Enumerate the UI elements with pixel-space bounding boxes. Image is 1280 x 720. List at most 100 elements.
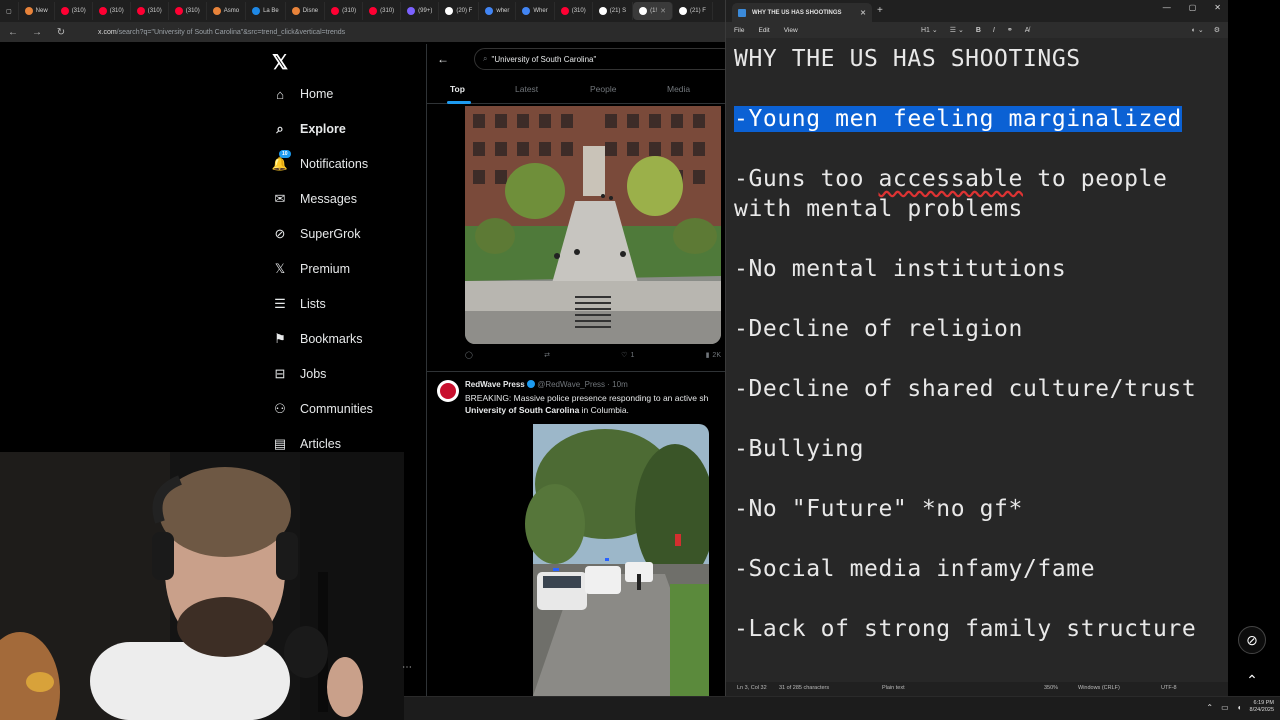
back-arrow-icon[interactable]: ← [437,52,449,66]
x-logo-icon[interactable]: 𝕏 [272,50,288,75]
close-tab-icon[interactable]: ✕ [660,7,666,15]
browser-tab-label: (310) [342,8,357,14]
tab-media[interactable]: Media [667,84,690,94]
back-icon[interactable]: ← [6,27,20,38]
volume-icon[interactable]: ◖ [1237,703,1242,712]
italic-icon[interactable]: I [993,27,995,34]
sidebar-item-notifications[interactable]: 🔔 10 Notifications [272,150,368,172]
tab-list-icon[interactable]: ▢ [0,2,19,20]
tab-top[interactable]: Top [450,84,465,94]
browser-tab[interactable]: (21) F [673,2,713,20]
search-icon: ⌕ [483,54,488,63]
minimize-icon[interactable]: — [1163,3,1171,12]
browser-tab[interactable]: wher [479,2,517,20]
sidebar-item-home[interactable]: ⌂ Home [272,86,333,102]
chevron-up-icon[interactable]: ⌃ [1206,703,1213,712]
tweet-text-line1: BREAKING: Massive police presence respon… [465,393,709,403]
reload-icon[interactable]: ↻ [54,27,68,38]
tweet-time[interactable]: · 10m [607,380,627,389]
notepad-tab[interactable]: WHY THE US HAS SHOOTINGS ✕ [732,3,872,22]
status-line-ending[interactable]: Windows (CRLF) [1078,685,1120,691]
tab-people[interactable]: People [590,84,616,94]
maximize-icon[interactable]: ▢ [1189,3,1197,12]
status-encoding[interactable]: UTF-8 [1161,685,1177,691]
favicon-icon [60,7,69,15]
misspelled-word[interactable]: accessable [878,166,1022,192]
more-options-icon[interactable]: ⋯ [402,662,412,673]
sidebar-item-label: Jobs [300,367,327,381]
favicon-icon [24,7,33,15]
notepad-editor[interactable]: WHY THE US HAS SHOOTINGS -Young men feel… [734,44,1229,644]
sidebar-item-messages[interactable]: ✉ Messages [272,191,357,207]
sidebar-item-articles[interactable]: ▤ Articles [272,436,341,452]
browser-tab[interactable]: (99+) [401,2,440,20]
url-field[interactable]: x.com/search?q="University of South Caro… [98,29,345,36]
favicon-icon [291,7,300,15]
right-rail [1228,0,1280,696]
bold-icon[interactable]: B [976,27,981,34]
browser-tab[interactable]: (310) [363,2,402,20]
tweet-author-name[interactable]: RedWave Press [465,380,525,389]
close-tab-icon[interactable]: ✕ [860,9,866,17]
browser-tab[interactable]: (1! ✕ [633,2,673,20]
browser-tab[interactable]: (310) [93,2,131,20]
status-zoom[interactable]: 350% [1044,685,1058,691]
browser-tab[interactable]: (21) S [593,2,634,20]
police-scene-image [465,424,709,696]
heading-dropdown[interactable]: H1 ⌄ [921,26,938,34]
favicon-icon [639,7,648,15]
views-button[interactable]: ▮ 2K [706,351,721,360]
avatar[interactable] [437,380,459,402]
tab-latest[interactable]: Latest [515,84,538,94]
active-tab-indicator [447,101,471,104]
sidebar-item-explore[interactable]: ⌕ Explore [272,121,346,137]
link-icon[interactable]: ⚭ [1007,26,1013,34]
retweet-button[interactable]: ⇄ [544,351,550,359]
browser-tab[interactable]: Wher [516,2,555,20]
reply-button[interactable]: ◯ [465,351,473,359]
close-icon[interactable]: ✕ [1214,3,1221,12]
scroll-up-icon[interactable]: ⌃ [1238,666,1266,694]
copilot-icon[interactable]: ◐ ⌄ [1192,26,1204,34]
sidebar-item-premium[interactable]: 𝕏 Premium [272,261,350,277]
menu-edit[interactable]: Edit [758,27,769,34]
browser-tab[interactable]: (310) [555,2,593,20]
sidebar-item-supergrok[interactable]: ⊘ SuperGrok [272,226,361,242]
tweet-media-police[interactable] [465,424,709,696]
browser-tab[interactable]: La Be [246,2,286,20]
clock[interactable]: 6:19 PM 8/24/2025 [1250,700,1274,714]
clear-format-icon[interactable]: A̸ [1025,27,1030,34]
forward-icon[interactable]: → [30,27,44,38]
sidebar-item-communities[interactable]: ⚇ Communities [272,401,373,417]
browser-tab[interactable]: Asmo [207,2,247,20]
tweet-media-campus[interactable] [465,106,721,344]
browser-tab-label: (310) [185,8,200,14]
new-tab-icon[interactable]: + [877,5,883,16]
grok-icon[interactable]: ⊘ [1238,626,1266,654]
menu-file[interactable]: File [734,27,744,34]
browser-tab[interactable]: New [19,2,55,20]
like-button[interactable]: ♡ 1 [621,351,634,360]
verified-icon [526,380,535,388]
network-icon[interactable]: ▭ [1221,703,1229,712]
settings-icon[interactable]: ⚙ [1214,26,1220,34]
sidebar-item-lists[interactable]: ☰ Lists [272,296,326,312]
menu-view[interactable]: View [784,27,798,34]
browser-tab[interactable]: (20) F [439,2,480,20]
toolbar-right: ◐ ⌄ ⚙ [1192,22,1220,38]
browser-tab[interactable]: Disne [286,2,326,20]
tweet-handle[interactable]: @RedWave_Press [537,380,605,389]
list-icon[interactable]: ☰ ⌄ [950,26,964,34]
favicon-icon [445,7,454,15]
browser-tab[interactable]: (310) [169,2,207,20]
browser-tab[interactable]: (310) [55,2,93,20]
search-input[interactable]: ⌕ "University of South Carolina" [474,48,726,70]
sidebar-item-label: Articles [300,437,341,451]
browser-tab[interactable]: (310) [131,2,169,20]
favicon-icon [522,7,531,15]
sidebar-item-bookmarks[interactable]: ⚑ Bookmarks [272,331,362,347]
sidebar-item-jobs[interactable]: ⊟ Jobs [272,366,327,382]
status-format[interactable]: Plain text [882,685,905,691]
lists-icon: ☰ [274,296,286,311]
browser-tab[interactable]: (310) [325,2,364,20]
